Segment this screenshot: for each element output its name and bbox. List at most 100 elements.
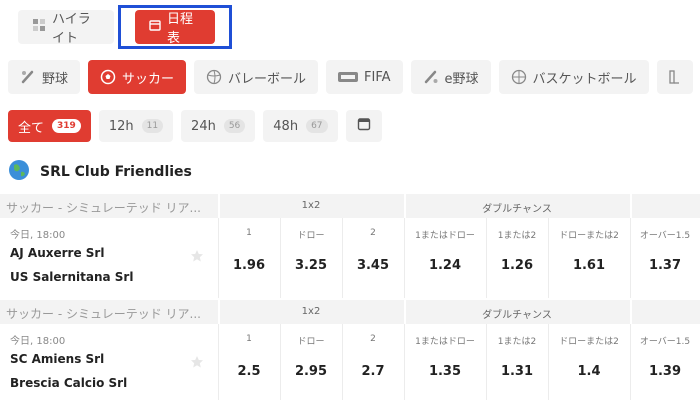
time-filter-count: 11 (141, 119, 164, 133)
odds-label: 1またはドロー (415, 337, 475, 347)
match-card: サッカー - シミュレーテッド リア... 1x2 ダブルチャンス 今日, 18… (0, 194, 700, 298)
time-filter-48h[interactable]: 48h 67 (263, 110, 338, 142)
odds-cell[interactable]: 1または2 1.26 (486, 218, 548, 298)
league-title: SRL Club Friendlies (40, 164, 192, 180)
favorite-star-icon[interactable] (190, 248, 206, 264)
favorite-star-icon[interactable] (190, 354, 206, 370)
time-filter-count: 56 (223, 119, 246, 133)
odds-cell[interactable]: 2 2.7 (342, 324, 404, 400)
time-filter-label: 12h (108, 118, 134, 134)
sport-tab-e-baseball[interactable]: e野球 (410, 60, 491, 94)
match-info[interactable]: 今日, 18:00 AJ Auxerre Srl US Salernitana … (0, 218, 184, 298)
sport-tab-label: e野球 (444, 71, 479, 87)
time-filter-label: 全て (18, 120, 45, 136)
category-label: サッカー - シミュレーテッド リア... (6, 201, 201, 215)
sport-tab-label: FIFA (364, 69, 391, 85)
time-filter-12h[interactable]: 12h 11 (98, 110, 174, 142)
odds-value: 1.31 (500, 364, 534, 379)
odds-label: 1または2 (497, 337, 537, 347)
odds-value: 1.39 (648, 364, 682, 379)
group-1x2-label: 1x2 (301, 200, 321, 211)
odds-cell[interactable]: ドロー 3.25 (280, 218, 342, 298)
odds-label: 1 (246, 228, 252, 238)
sport-tab-label: 野球 (42, 71, 69, 87)
schedule-label: 日程表 (167, 12, 194, 46)
match-row: 今日, 18:00 SC Amiens Srl Brescia Calcio S… (0, 324, 700, 400)
odds-cell[interactable]: ドローまたは2 1.61 (548, 218, 630, 298)
sport-tab-fifa[interactable]: FIFA (326, 60, 403, 94)
sport-tab-baseball[interactable]: 野球 (8, 60, 81, 94)
sport-tab-volleyball[interactable]: バレーボール (194, 60, 319, 94)
sport-tab-label: バレーボール (228, 71, 307, 87)
odds-cell[interactable]: 1またはドロー 1.35 (404, 324, 486, 400)
basketball-icon (511, 69, 527, 85)
odds-value: 2.7 (361, 364, 385, 379)
date-picker-button[interactable] (345, 110, 382, 142)
time-filter-all[interactable]: 全て 319 (8, 110, 91, 142)
volleyball-icon (206, 69, 222, 85)
sport-tab-label: サッカー (122, 71, 175, 87)
calendar-icon (149, 19, 161, 35)
match-time: 今日, 18:00 (10, 230, 66, 241)
market-header: サッカー - シミュレーテッド リア... 1x2 ダブルチャンス (0, 300, 700, 324)
grid-icon (32, 18, 46, 36)
market-header: サッカー - シミュレーテッド リア... 1x2 ダブルチャンス (0, 194, 700, 218)
home-team: AJ Auxerre Srl (10, 246, 105, 260)
odds-value: 1.26 (500, 258, 534, 273)
odds-label: ドローまたは2 (559, 231, 619, 241)
time-filters: 全て 319 12h 11 24h 56 48h 67 (8, 110, 382, 142)
odds-label: 2 (370, 228, 376, 238)
group-1x2-label: 1x2 (301, 306, 321, 317)
highlight-label: ハイライト (52, 12, 91, 46)
odds-value: 1.37 (648, 258, 682, 273)
calendar-icon (357, 117, 371, 135)
odds-cell[interactable]: ドロー 2.95 (280, 324, 342, 400)
odds-value: 2.95 (294, 364, 328, 379)
odds-value: 3.25 (294, 258, 328, 273)
home-team: SC Amiens Srl (10, 352, 105, 366)
league-header: SRL Club Friendlies (8, 160, 192, 184)
category-label: サッカー - シミュレーテッド リア... (6, 307, 201, 321)
odds-cell[interactable]: 1 2.5 (218, 324, 280, 400)
sport-tab-basketball[interactable]: バスケットボール (498, 60, 649, 94)
odds-cell[interactable]: オーバー1.5 1.39 (630, 324, 700, 400)
odds-value: 2.5 (237, 364, 261, 379)
match-info[interactable]: 今日, 18:00 SC Amiens Srl Brescia Calcio S… (0, 324, 184, 400)
schedule-highlight-frame: 日程表 (118, 5, 232, 49)
odds-label: 1または2 (497, 231, 537, 241)
time-filter-count: 67 (306, 119, 328, 133)
time-filter-count: 319 (52, 119, 81, 133)
group-double-chance-label: ダブルチャンス (482, 204, 552, 215)
odds-cell[interactable]: ドローまたは2 1.4 (548, 324, 630, 400)
odds-cell[interactable]: 1 1.96 (218, 218, 280, 298)
odds-label: ドロー (297, 231, 325, 241)
match-card: サッカー - シミュレーテッド リア... 1x2 ダブルチャンス 今日, 18… (0, 300, 700, 400)
odds-cell[interactable]: 1または2 1.31 (486, 324, 548, 400)
sport-tab-soccer[interactable]: サッカー (88, 60, 187, 94)
odds-label: 1 (246, 334, 252, 344)
odds-label: ドロー (297, 337, 325, 347)
odds-value: 1.35 (428, 364, 462, 379)
sport-tabs: 野球 サッカー バレーボール FIFA e野球 バスケットボール (8, 60, 693, 94)
time-filter-label: 24h (191, 118, 216, 134)
odds-cell[interactable]: 2 3.45 (342, 218, 404, 298)
match-time: 今日, 18:00 (10, 336, 66, 347)
baseball-icon (20, 69, 36, 85)
odds-value: 1.24 (428, 258, 462, 273)
soccer-ball-icon (100, 69, 116, 85)
odds-label: 2 (370, 334, 376, 344)
odds-value: 1.61 (572, 258, 606, 273)
odds-cell[interactable]: 1またはドロー 1.24 (404, 218, 486, 298)
time-filter-24h[interactable]: 24h 56 (181, 110, 256, 142)
away-team: US Salernitana Srl (10, 270, 134, 284)
view-toggle: ハイライト (18, 10, 114, 46)
match-row: 今日, 18:00 AJ Auxerre Srl US Salernitana … (0, 218, 700, 298)
fifa-logo-icon (338, 69, 359, 85)
sport-tab-more[interactable] (656, 60, 693, 94)
odds-label: オーバー1.5 (639, 337, 691, 347)
odds-cell[interactable]: オーバー1.5 1.37 (630, 218, 700, 298)
schedule-button[interactable]: 日程表 (135, 10, 215, 46)
odds-value: 1.96 (232, 258, 266, 273)
highlight-button[interactable]: ハイライト (18, 10, 114, 46)
more-sports-icon (667, 69, 683, 85)
